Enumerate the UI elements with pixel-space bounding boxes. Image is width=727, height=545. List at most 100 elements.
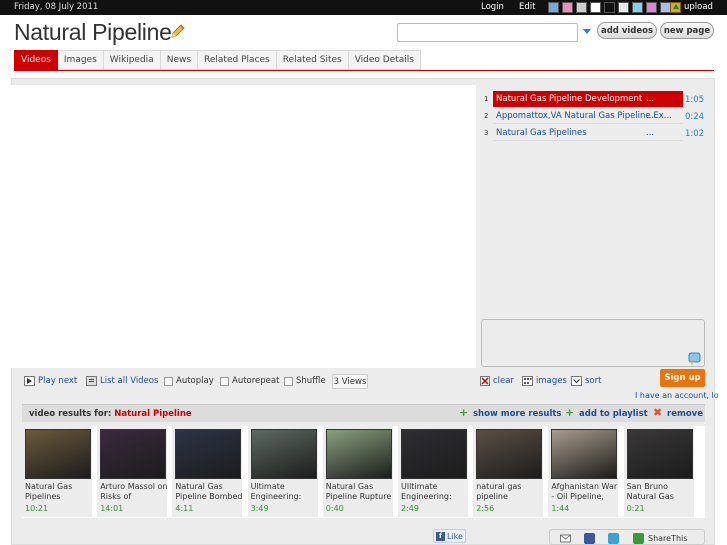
play-next-icon (24, 376, 35, 386)
video-thumbnail[interactable] (250, 429, 317, 479)
video-thumbnail[interactable] (100, 429, 167, 479)
video-title[interactable]: Arturo Massol on Risks of (100, 482, 168, 501)
video-result[interactable]: Natural Gas Pipelines 10:21 (22, 426, 92, 517)
playlist-item-number: 3 (484, 129, 489, 137)
sharethis-label[interactable]: ShareThis (648, 534, 687, 543)
video-result[interactable]: Arturo Massol on Risks of 14:01 (97, 426, 167, 517)
tab-related-places[interactable]: Related Places (198, 50, 277, 70)
playlist-item[interactable]: 2 Appomattox,VA Natural Gas Pipeline Ex..… (481, 108, 705, 125)
playlist-item[interactable]: 3 Natural Gas Pipelines... 1:02 (481, 125, 705, 142)
tab-images[interactable]: Images (57, 50, 104, 70)
autoplay-option[interactable]: Autoplay (164, 376, 214, 386)
upload-icon[interactable] (670, 2, 681, 13)
video-thumbnail[interactable] (25, 429, 91, 479)
have-account-link[interactable]: I have an account, lo (635, 391, 719, 400)
add-videos-button[interactable]: add videos (597, 22, 657, 39)
video-title[interactable]: Natural Gas Pipelines (25, 482, 93, 501)
sign-up-button[interactable]: Sign up (660, 369, 705, 387)
video-title[interactable]: Natural Gas Pipeline Rupture (326, 482, 394, 501)
shuffle-option[interactable]: Shuffle (284, 376, 326, 386)
video-duration: 2:49 (401, 504, 419, 513)
edit-pencil-icon[interactable] (169, 24, 185, 40)
tab-wikipedia[interactable]: Wikipedia (103, 50, 161, 70)
video-result[interactable]: Afghanistan War - Oil Pipeline, 1:44 (548, 426, 619, 517)
login-link[interactable]: Login (481, 2, 504, 12)
tab-video-details[interactable]: Video Details (348, 50, 421, 70)
comment-submit-icon[interactable] (687, 350, 702, 365)
edit-link[interactable]: Edit (519, 2, 535, 12)
new-page-button[interactable]: new page (660, 22, 714, 39)
images-grid-icon (522, 376, 533, 386)
autorepeat-option[interactable]: Autorepeat (220, 376, 279, 386)
search-dropdown-icon[interactable] (583, 29, 591, 34)
video-title[interactable]: Ulltimate Engineering: (401, 482, 469, 501)
images-control[interactable]: images (522, 376, 567, 386)
play-next-control[interactable]: Play next (24, 376, 77, 386)
video-thumbnail[interactable] (175, 429, 242, 479)
theme-swatch[interactable] (576, 2, 587, 13)
theme-swatch[interactable] (590, 2, 601, 13)
facebook-share-icon[interactable] (584, 533, 595, 544)
playlist-item-title[interactable]: Appomattox,VA Natural Gas Pipeline Ex... (493, 108, 683, 124)
video-thumbnail[interactable] (325, 429, 392, 479)
comment-box[interactable] (481, 319, 705, 367)
clear-link[interactable]: clear (493, 376, 514, 386)
upload-link[interactable]: upload (684, 2, 713, 12)
sharethis-icon[interactable] (633, 533, 644, 544)
video-duration: 1:44 (551, 504, 570, 513)
playlist-item-more[interactable]: ... (646, 111, 654, 121)
video-result[interactable]: Ultimate Engineering: 3:49 (247, 426, 319, 517)
playlist-item-more[interactable]: ... (646, 128, 654, 138)
autorepeat-checkbox[interactable] (220, 376, 229, 386)
shuffle-checkbox[interactable] (284, 376, 293, 386)
video-thumbnail[interactable] (551, 429, 618, 479)
email-icon[interactable] (560, 533, 571, 544)
video-result[interactable]: Natural Gas Pipeline Rupture 0:40 (322, 426, 394, 517)
tab-related-sites[interactable]: Related Sites (276, 50, 349, 70)
tab-news[interactable]: News (160, 50, 199, 70)
video-result[interactable]: San Bruno Natural Gas 0:21 (623, 426, 695, 517)
play-next-link[interactable]: Play next (38, 376, 77, 386)
video-player[interactable] (11, 85, 476, 368)
tab-videos[interactable]: Videos (14, 50, 58, 70)
twitter-share-icon[interactable] (608, 533, 619, 544)
search-input[interactable] (397, 23, 578, 42)
theme-swatch[interactable] (562, 2, 573, 13)
video-result[interactable]: Natural Gas Pipeline Bombed 4:11 (172, 426, 243, 517)
list-all-link[interactable]: List all Videos (100, 376, 158, 386)
theme-swatch[interactable] (604, 2, 615, 13)
add-to-playlist-link[interactable]: add to playlist (579, 409, 648, 419)
playlist-item-more[interactable]: ... (646, 94, 654, 104)
sort-control[interactable]: sort (571, 376, 601, 386)
list-all-control[interactable]: List all Videos (86, 376, 158, 386)
remove-link[interactable]: remove (667, 409, 703, 419)
playlist-item[interactable]: 1 Natural Gas Pipeline Development... 1:05 (481, 91, 705, 108)
video-title[interactable]: Ultimate Engineering: (251, 482, 319, 501)
video-title[interactable]: San Bruno Natural Gas (627, 482, 695, 501)
video-title[interactable]: natural gas pipeline (476, 482, 544, 501)
playlist-item-title[interactable]: Natural Gas Pipeline Development (493, 91, 683, 107)
facebook-like-button[interactable]: f Like (433, 529, 466, 543)
video-result[interactable]: Ulltimate Engineering: 2:49 (398, 426, 468, 517)
video-duration: 10:21 (25, 504, 49, 513)
autoplay-checkbox[interactable] (164, 376, 173, 386)
playlist-item-title[interactable]: Natural Gas Pipelines (493, 125, 683, 141)
theme-swatch[interactable] (632, 2, 643, 13)
theme-swatch[interactable] (618, 2, 629, 13)
video-title[interactable]: Natural Gas Pipeline Bombed (175, 482, 243, 501)
theme-swatch[interactable] (646, 2, 657, 13)
video-result[interactable]: natural gas pipeline 2:56 (473, 426, 544, 517)
clear-control[interactable]: clear (480, 376, 514, 386)
video-thumbnail[interactable] (476, 429, 543, 479)
images-link[interactable]: images (536, 376, 567, 386)
video-title[interactable]: Afghanistan War - Oil Pipeline, (551, 482, 619, 501)
video-thumbnail[interactable] (401, 429, 467, 479)
playlist: 1 Natural Gas Pipeline Development... 1:05… (481, 91, 705, 142)
show-more-results-link[interactable]: show more results (473, 409, 561, 419)
video-thumbnail[interactable] (626, 429, 693, 479)
video-duration: 0:21 (626, 504, 645, 513)
theme-swatch[interactable] (548, 2, 559, 13)
video-duration: 0:40 (325, 504, 344, 513)
results-label-text: video results for: (29, 409, 112, 419)
sort-link[interactable]: sort (585, 376, 601, 386)
